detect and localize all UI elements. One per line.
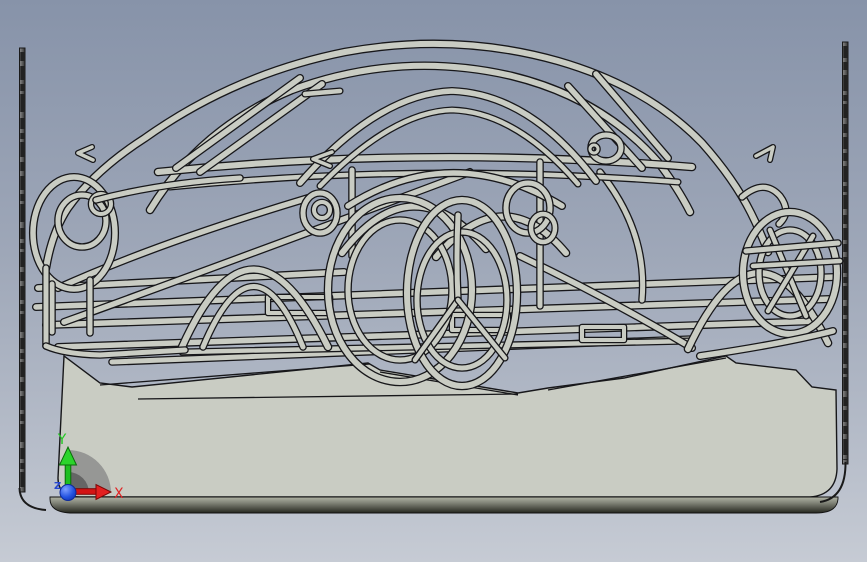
cad-viewport[interactable]: Y X Z [0,0,867,562]
base-plate-face [57,354,838,498]
model-render: Y X Z [18,39,849,514]
x-axis-label: X [114,486,124,502]
origin-sphere [59,484,77,501]
base-plate-bottom-edge [49,496,839,514]
left-frame-edge [18,47,47,511]
car-line-art [28,39,844,391]
y-axis-label: Y [57,432,67,448]
